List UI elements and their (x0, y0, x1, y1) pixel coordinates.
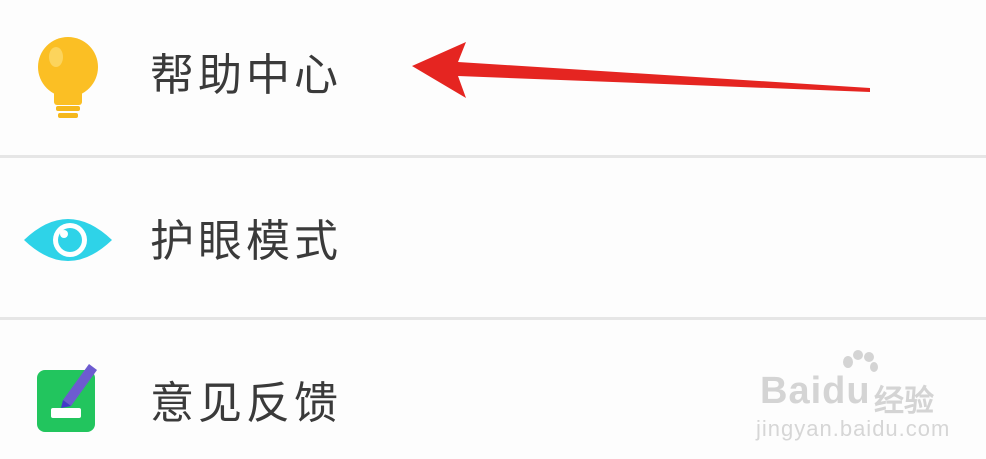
menu-item-label: 护眼模式 (150, 216, 342, 267)
annotation-arrow-icon (412, 42, 870, 98)
lightbulb-icon (18, 28, 118, 128)
eye-icon (18, 190, 118, 290)
menu-item-label: 帮助中心 (150, 50, 342, 101)
watermark-url: jingyan.baidu.com (756, 416, 951, 441)
menu-item-label: 意见反馈 (150, 378, 342, 429)
watermark-sub: 经验 (874, 384, 934, 419)
watermark-brand: Baidu (760, 370, 871, 412)
menu-item-eye-care-mode[interactable]: 护眼模式 (0, 158, 986, 318)
baidu-jingyan-watermark: Baidu 经验 jingyan.baidu.com (754, 350, 980, 450)
settings-menu-screen: 帮助中心 护眼模式 意见反馈 Baidu 经验 jingyan.baidu.co… (0, 0, 986, 459)
feedback-edit-icon (18, 348, 118, 448)
